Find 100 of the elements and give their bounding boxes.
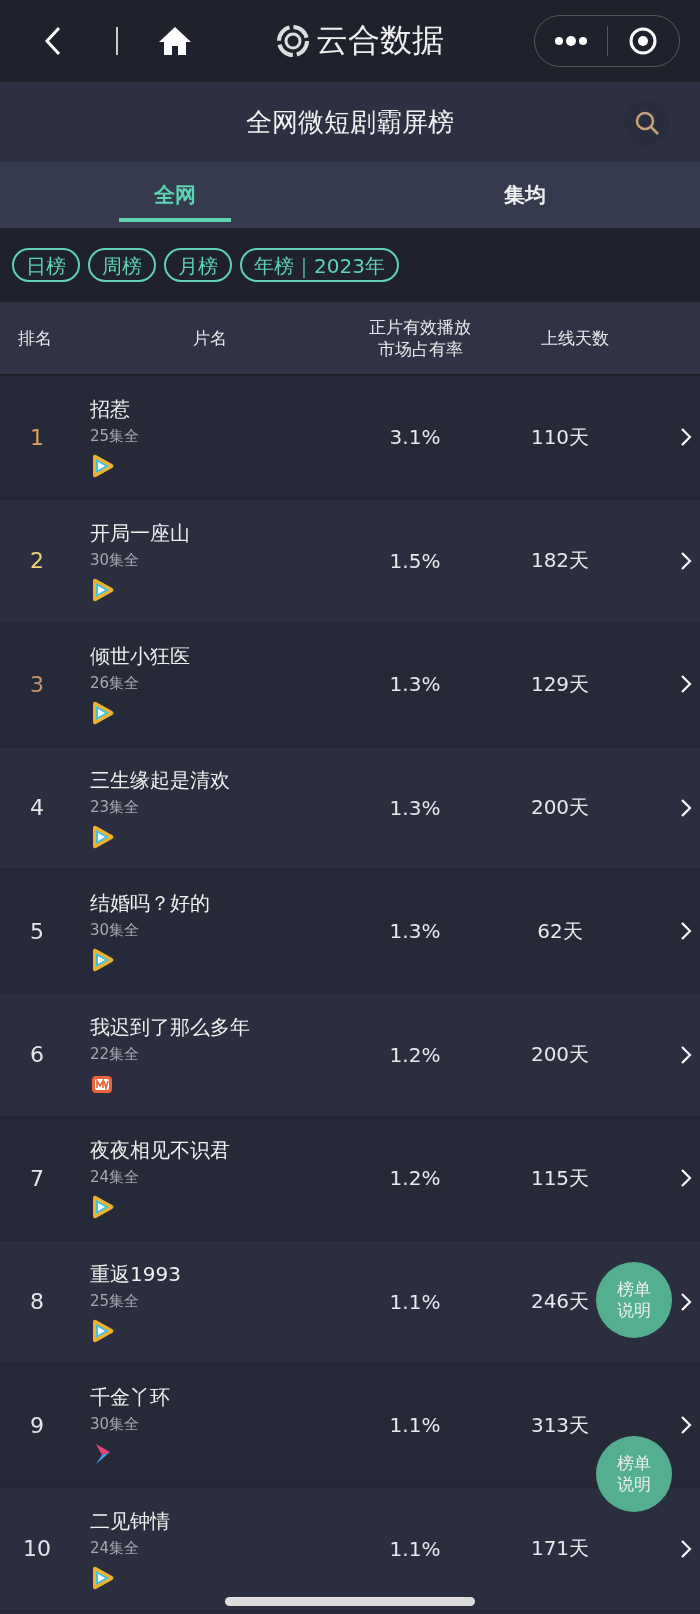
details-button[interactable] [680,1168,692,1189]
play-icon [90,454,114,479]
chevron-right-icon [680,1538,692,1559]
days-online: 200天 [530,794,590,822]
rank-number: 9 [30,1412,44,1438]
days-online: 115天 [530,1164,590,1192]
days-online: 200天 [530,1041,590,1069]
rank-number: 4 [30,795,44,821]
column-header: 上线天数 [541,326,609,350]
chevron-right-icon [680,1168,692,1189]
table-row[interactable]: 1 招惹 25集全 3.1% 110天 [0,376,700,500]
days-online: 110天 [530,423,590,451]
search-button[interactable] [624,100,670,146]
table-row[interactable]: 2 开局一座山 30集全 1.5% 182天 [0,499,700,623]
details-button[interactable] [680,921,692,942]
details-button[interactable] [680,1415,692,1436]
play-icon [90,1565,114,1590]
details-button[interactable] [680,550,692,571]
filter-chip[interactable]: 年榜｜2023年 [240,248,399,282]
rank-number: 5 [30,918,44,944]
chevron-right-icon [680,797,692,818]
days-online: 313天 [530,1411,590,1439]
filter-chip[interactable]: 日榜 [12,248,80,282]
play-icon [90,824,114,849]
chevron-right-icon [680,1291,692,1312]
drama-title: 开局一座山 [90,519,190,547]
page-title: 全网微短剧霸屏榜 [246,105,454,139]
market-share: 3.1% [389,425,441,450]
drama-title: 重返1993 [90,1260,181,1288]
tab[interactable]: 全网 [0,162,350,228]
play-icon [90,701,114,726]
chevron-right-icon [680,550,692,571]
market-share: 1.5% [389,548,441,573]
rank-number: 6 [30,1042,44,1068]
play-icon [90,1195,114,1220]
column-header: 正片有效播放市场占有率 [368,315,472,361]
search-icon [634,110,660,136]
rank-number: 1 [30,424,44,450]
market-share: 1.1% [389,1413,441,1438]
details-button[interactable] [680,1044,692,1065]
days-online: 246天 [530,1288,590,1316]
drama-title: 千金丫环 [90,1384,170,1412]
details-button[interactable] [680,674,692,695]
days-online: 171天 [530,1535,590,1563]
logo-icon [276,24,310,58]
more-icon [553,35,588,47]
drama-title: 结婚吗？好的 [90,890,210,918]
episode-count: 25集全 [90,427,140,447]
table-row[interactable]: 7 夜夜相见不识君 24集全 1.2% 115天 [0,1117,700,1241]
episode-count: 26集全 [90,674,140,694]
market-share: 1.1% [389,1536,441,1561]
details-button[interactable] [680,1538,692,1559]
table-row[interactable]: 5 结婚吗？好的 30集全 1.3% 62天 [0,870,700,994]
rank-number: 3 [30,671,44,697]
drama-title: 三生缘起是清欢 [90,766,230,794]
episode-count: 24集全 [90,1168,140,1188]
table-row[interactable]: 4 三生缘起是清欢 23集全 1.3% 200天 [0,746,700,870]
rank-number: 8 [30,1289,44,1315]
chevron-right-icon [680,921,692,942]
play-icon [90,948,114,973]
days-online: 182天 [530,547,590,575]
filter-chip[interactable]: 月榜 [164,248,232,282]
filter-chip[interactable]: 周榜 [88,248,156,282]
episode-count: 30集全 [90,1415,140,1435]
home-button[interactable] [158,26,192,56]
rank-number: 10 [23,1536,51,1562]
column-header: 片名 [193,326,227,350]
chevron-right-icon [680,1044,692,1065]
episode-count: 24集全 [90,1538,140,1558]
details-button[interactable] [680,427,692,448]
home-icon [158,26,192,56]
target-icon [628,26,659,56]
details-button[interactable] [680,797,692,818]
back-icon [44,26,62,56]
back-button[interactable] [44,26,62,56]
market-share: 1.3% [389,795,441,820]
market-share: 1.1% [389,1289,441,1314]
episode-count: 30集全 [90,921,140,941]
drama-title: 我迟到了那么多年 [90,1013,250,1041]
column-header: 排名 [18,326,52,350]
table-row[interactable]: 3 倾世小狂医 26集全 1.3% 129天 [0,623,700,747]
market-share: 1.3% [389,672,441,697]
drama-title: 招惹 [90,396,130,424]
details-button[interactable] [680,1291,692,1312]
rank-number: 7 [30,1165,44,1191]
market-share: 1.2% [389,1042,441,1067]
episode-count: 30集全 [90,550,140,570]
days-online: 129天 [530,670,590,698]
drama-title: 倾世小狂医 [90,643,190,671]
market-share: 1.2% [389,1166,441,1191]
market-share: 1.3% [389,919,441,944]
episode-count: 22集全 [90,1044,140,1064]
table-row[interactable]: 6 我迟到了那么多年 22集全 1.2% 200天 [0,993,700,1117]
drama-title: 夜夜相见不识君 [90,1137,230,1165]
days-online: 62天 [537,917,583,945]
tab[interactable]: 集均 [350,162,700,228]
chevron-right-icon [680,427,692,448]
drama-title: 二见钟情 [90,1507,170,1535]
play-icon [90,1318,114,1343]
rank-number: 2 [30,548,44,574]
